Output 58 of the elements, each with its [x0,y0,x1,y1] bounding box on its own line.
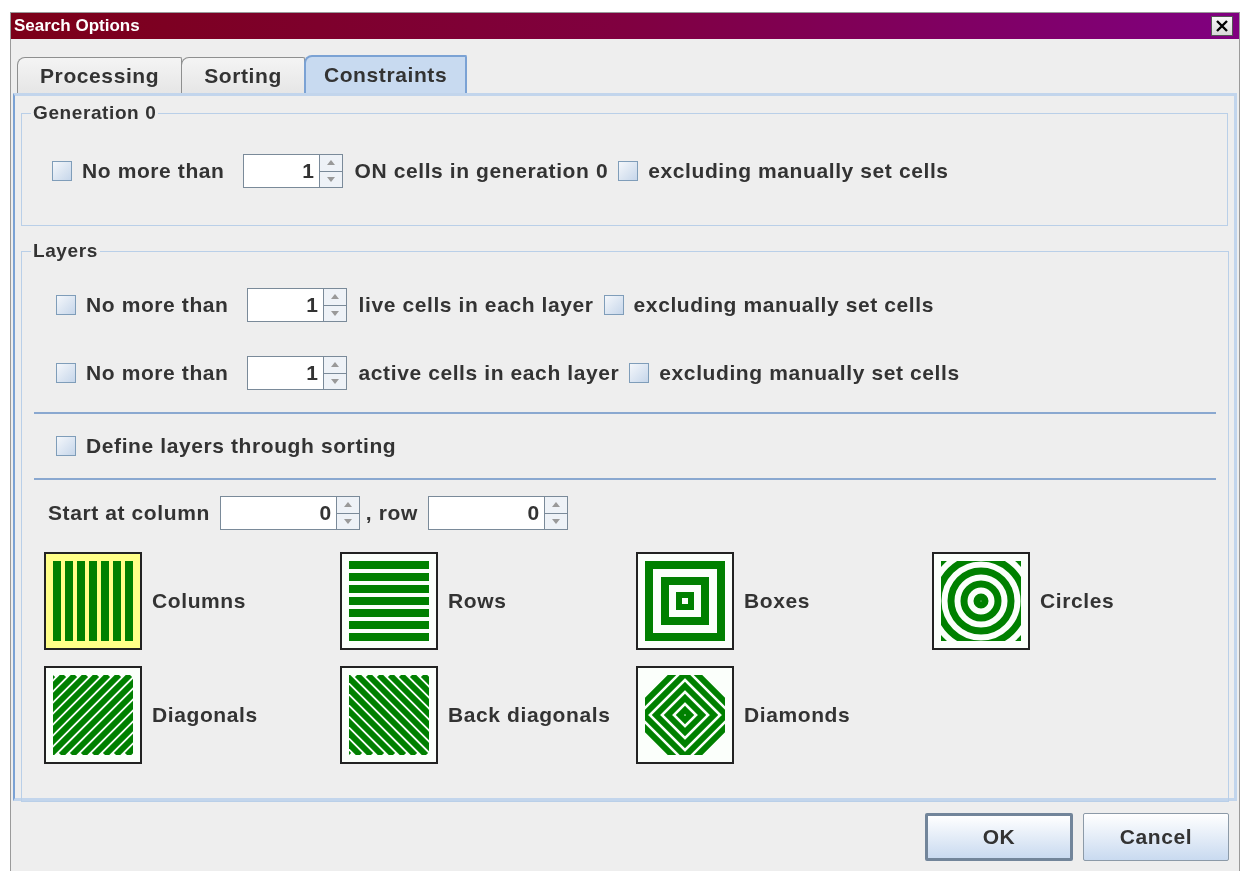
spinner-field[interactable]: 0 [427,496,568,530]
checkbox[interactable] [618,161,639,181]
up-arrow-icon[interactable] [551,502,560,508]
down-arrow-icon[interactable] [330,378,339,384]
spinner-suffix: active cells in each layer [358,361,620,385]
close-icon [1215,19,1229,33]
pattern-button[interactable] [44,666,142,764]
up-arrow-icon[interactable] [326,160,335,166]
spinner-suffix: ON cells in generation 0 [354,159,609,183]
pattern-label: Columns [152,589,247,613]
checkbox-label: excluding manually set cells [633,293,934,317]
pattern-label: Diagonals [152,703,258,727]
window-title: Search Options [14,16,140,36]
pattern-button[interactable] [636,552,734,650]
down-arrow-icon[interactable] [551,518,560,524]
checkbox[interactable] [52,161,72,181]
down-arrow-icon[interactable] [330,310,339,316]
checkbox[interactable] [56,363,76,383]
checkbox[interactable] [56,436,76,456]
pattern-label: Rows [448,589,507,613]
pattern-label: Boxes [744,589,811,613]
pattern-button[interactable] [340,666,438,764]
checkbox-label: excluding manually set cells [659,361,960,385]
down-arrow-icon[interactable] [326,176,335,182]
checkbox-label: No more than [86,361,229,385]
pattern-label: Back diagonals [448,703,611,727]
spinner-field[interactable]: 0 [219,496,360,530]
checkbox[interactable] [56,295,76,315]
tab[interactable]: Processing [17,57,183,93]
dialog-button[interactable]: Cancel [1083,813,1229,861]
close-button[interactable] [1211,16,1233,36]
dialog-button[interactable]: OK [925,813,1073,861]
pattern-button[interactable] [932,552,1030,650]
checkbox[interactable] [603,295,624,315]
up-arrow-icon[interactable] [330,362,339,368]
spinner-suffix: live cells in each layer [358,293,594,317]
tab[interactable]: Constraints [303,55,468,93]
up-arrow-icon[interactable] [343,502,352,508]
pattern-label: Circles [1040,589,1115,613]
pattern-button[interactable] [44,552,142,650]
field-label: , row [365,501,418,525]
pattern-button[interactable] [636,666,734,764]
down-arrow-icon[interactable] [343,518,352,524]
field-label: Start at column [48,501,210,525]
pattern-button[interactable] [340,552,438,650]
checkbox-label: No more than [86,293,229,317]
spinner-field[interactable]: 1 [246,288,347,322]
checkbox[interactable] [629,363,650,383]
spinner-field[interactable]: 1 [246,356,347,390]
checkbox-label: No more than [82,159,225,183]
tab[interactable]: Sorting [181,57,305,93]
checkbox-label: Define layers through sorting [86,434,397,458]
group-title: Layers [32,240,99,262]
spinner-field[interactable]: 1 [242,154,343,188]
up-arrow-icon[interactable] [330,294,339,300]
group-title: Generation 0 [32,102,158,124]
pattern-label: Diamonds [744,703,851,727]
checkbox-label: excluding manually set cells [648,159,949,183]
